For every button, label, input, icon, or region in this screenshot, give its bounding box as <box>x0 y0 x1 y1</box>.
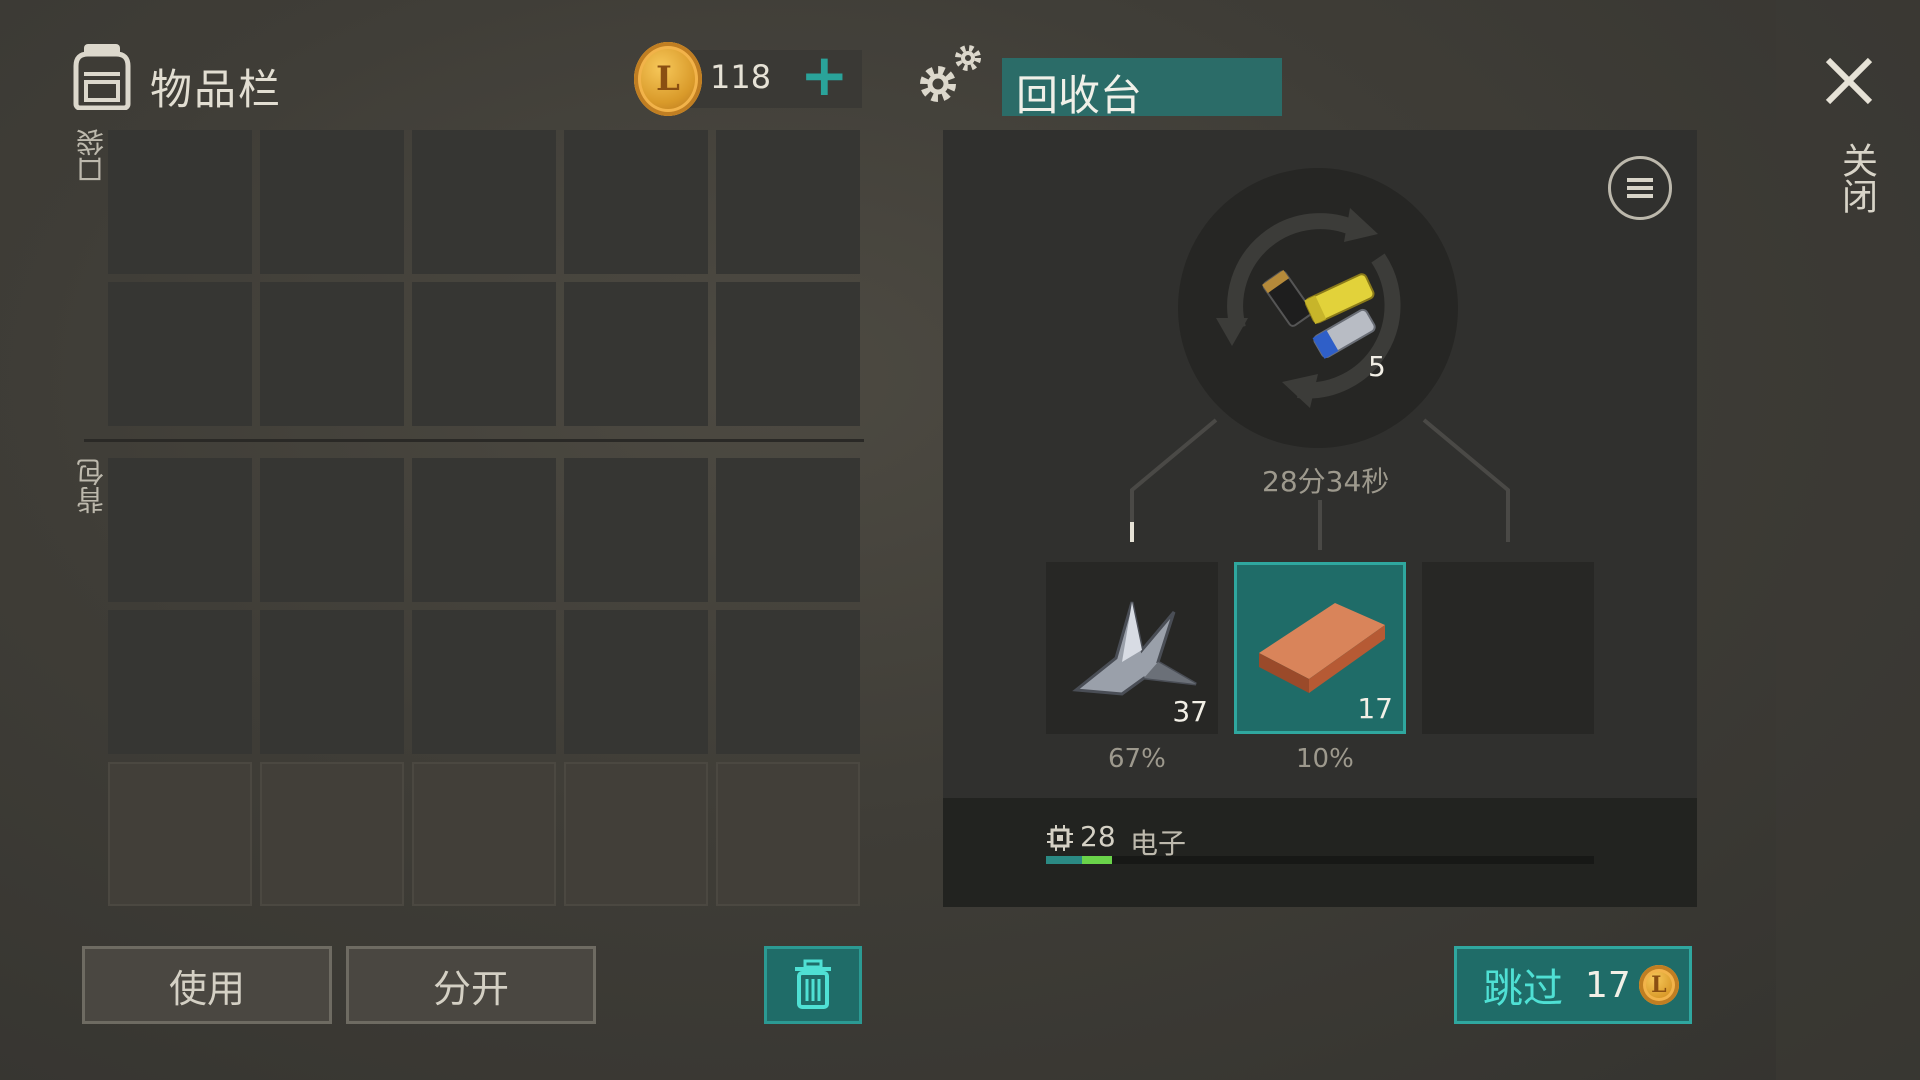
use-button[interactable]: 使用 <box>82 946 332 1024</box>
inventory-slot[interactable] <box>564 458 708 602</box>
inventory-slot[interactable] <box>260 762 404 906</box>
inventory-slot[interactable] <box>564 762 708 906</box>
inventory-slot[interactable] <box>564 610 708 754</box>
inventory-slot[interactable] <box>260 610 404 754</box>
inventory-slot[interactable] <box>260 458 404 602</box>
inventory-slot[interactable] <box>108 610 252 754</box>
output-chance-1: 67% <box>1108 744 1166 774</box>
backpack-section-label: 背包 <box>75 458 108 514</box>
section-divider <box>84 439 864 442</box>
inventory-slot[interactable] <box>716 130 860 274</box>
inventory-slot[interactable] <box>412 610 556 754</box>
component-count: 28 <box>1080 820 1116 853</box>
inventory-slot[interactable] <box>716 282 860 426</box>
component-progress-track <box>1046 856 1594 864</box>
inventory-slot[interactable] <box>412 458 556 602</box>
inventory-slot[interactable] <box>108 762 252 906</box>
backpack-icon <box>73 44 131 110</box>
output-chance-2: 10% <box>1296 744 1354 774</box>
inventory-slot[interactable] <box>260 282 404 426</box>
pocket-section-label: 口袋 <box>75 128 108 184</box>
recycler-footer <box>943 798 1697 907</box>
trash-icon <box>795 959 831 1009</box>
inventory-slot[interactable] <box>716 458 860 602</box>
inventory-slot[interactable] <box>108 282 252 426</box>
skip-cost: 17 <box>1585 964 1631 1006</box>
output-slot-3[interactable] <box>1422 562 1594 734</box>
recycler-menu-button[interactable] <box>1608 156 1672 220</box>
coin-balance: 118 <box>710 58 772 96</box>
battery-item-icon <box>1262 269 1376 359</box>
close-button-label[interactable]: 关闭 <box>1830 142 1882 214</box>
inventory-slot[interactable] <box>412 130 556 274</box>
output-slot-1[interactable]: 37 <box>1046 562 1218 734</box>
component-progress-gain <box>1082 856 1112 864</box>
trash-button[interactable] <box>764 946 862 1024</box>
output-count-2: 17 <box>1357 692 1393 725</box>
inventory-slot[interactable] <box>108 458 252 602</box>
menu-icon <box>1627 178 1653 198</box>
inventory-slot[interactable] <box>716 762 860 906</box>
split-button[interactable]: 分开 <box>346 946 596 1024</box>
inventory-slot[interactable] <box>564 282 708 426</box>
input-item-count: 5 <box>1368 350 1386 383</box>
inventory-slot[interactable] <box>260 130 404 274</box>
output-slot-2[interactable]: 17 <box>1234 562 1406 734</box>
inventory-slot[interactable] <box>412 762 556 906</box>
inventory-slot[interactable] <box>564 130 708 274</box>
output-count-1: 37 <box>1172 695 1208 728</box>
inventory-slot[interactable] <box>716 610 860 754</box>
inventory-slot[interactable] <box>108 130 252 274</box>
add-coins-button[interactable]: + <box>800 46 849 104</box>
skip-label: 跳过 <box>1483 966 1563 1012</box>
skip-button[interactable]: 跳过 17 L <box>1454 946 1692 1024</box>
close-icon[interactable] <box>1822 54 1876 108</box>
coin-icon: L <box>1638 965 1679 1005</box>
inventory-slot[interactable] <box>412 282 556 426</box>
chip-icon <box>1047 825 1073 851</box>
component-progress-fill <box>1046 856 1082 864</box>
output-connector-lines <box>1130 418 1510 550</box>
inventory-title: 物品栏 <box>150 65 283 114</box>
gears-icon <box>920 45 981 102</box>
recycler-title: 回收台 <box>1016 71 1143 120</box>
coin-icon: L <box>634 42 702 116</box>
